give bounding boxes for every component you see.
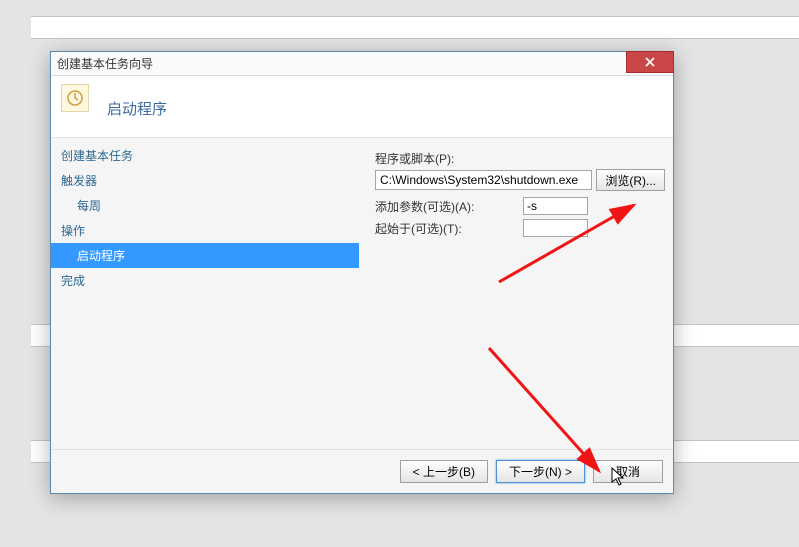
back-button[interactable]: < 上一步(B) xyxy=(400,460,488,483)
wizard-header-title: 启动程序 xyxy=(107,98,167,119)
sidebar-item[interactable]: 创建基本任务 xyxy=(51,143,359,168)
wizard-dialog: 创建基本任务向导 启动程序 创建基本任务触发器每周操作启动程序完成 程序或脚本(… xyxy=(50,51,674,494)
sidebar-item[interactable]: 操作 xyxy=(51,218,359,243)
wizard-content: 程序或脚本(P): 浏览(R)... 添加参数(可选)(A): 起始于(可选)(… xyxy=(359,138,673,449)
sidebar-item[interactable]: 每周 xyxy=(51,193,359,218)
cancel-button[interactable]: 取消 xyxy=(593,460,663,483)
startin-input[interactable] xyxy=(523,219,588,237)
sidebar-item[interactable]: 启动程序 xyxy=(51,243,359,268)
dialog-title: 创建基本任务向导 xyxy=(57,55,153,72)
script-input[interactable] xyxy=(375,170,592,190)
titlebar: 创建基本任务向导 xyxy=(51,52,673,76)
close-icon xyxy=(645,57,655,67)
args-input[interactable] xyxy=(523,197,588,215)
wizard-body: 创建基本任务触发器每周操作启动程序完成 程序或脚本(P): 浏览(R)... 添… xyxy=(51,138,673,449)
startin-label: 起始于(可选)(T): xyxy=(375,220,523,237)
browse-button[interactable]: 浏览(R)... xyxy=(596,169,665,191)
wizard-sidebar: 创建基本任务触发器每周操作启动程序完成 xyxy=(51,138,359,449)
sidebar-item[interactable]: 完成 xyxy=(51,268,359,293)
args-label: 添加参数(可选)(A): xyxy=(375,198,523,215)
wizard-footer: < 上一步(B) 下一步(N) > 取消 xyxy=(51,449,673,493)
bg-stripe xyxy=(31,16,799,39)
next-button[interactable]: 下一步(N) > xyxy=(496,460,585,483)
sidebar-item[interactable]: 触发器 xyxy=(51,168,359,193)
script-label: 程序或脚本(P): xyxy=(375,150,665,167)
wizard-icon xyxy=(61,84,89,112)
wizard-header: 启动程序 xyxy=(51,76,673,138)
close-button[interactable] xyxy=(626,51,674,73)
